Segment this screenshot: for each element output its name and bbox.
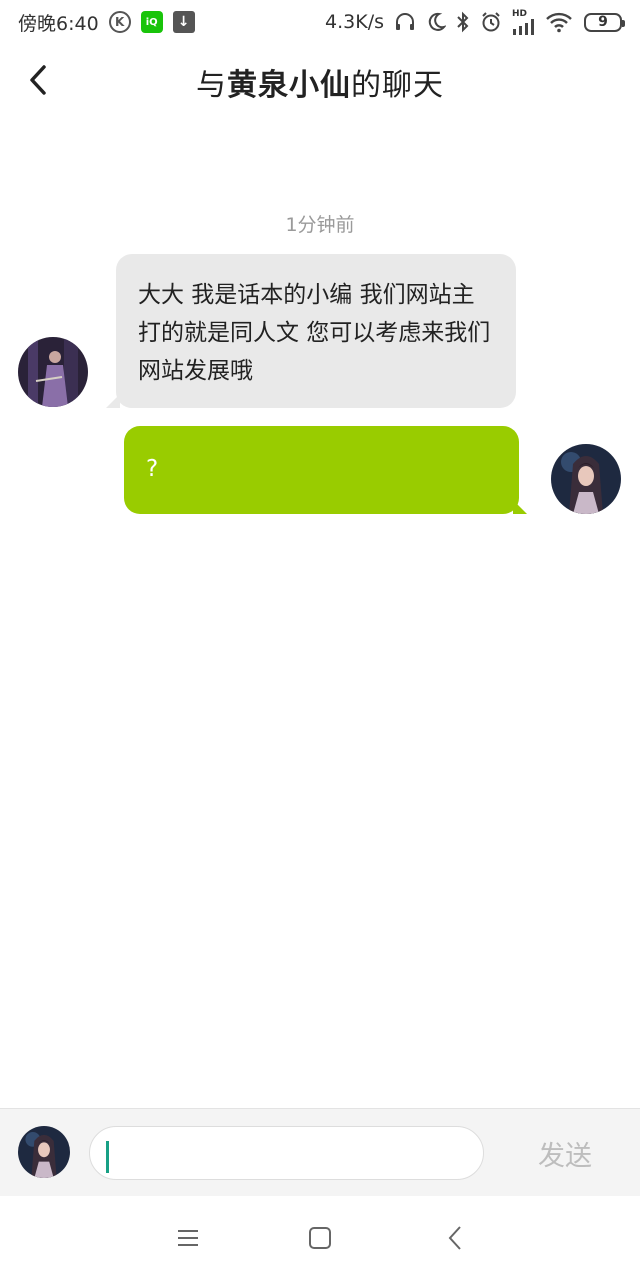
- nav-back-button[interactable]: [433, 1216, 477, 1260]
- input-bar: 发送: [0, 1108, 640, 1196]
- message-bubble-received[interactable]: 大大 我是话本的小编 我们网站主打的就是同人文 您可以考虑来我们网站发展哦: [106, 254, 516, 408]
- title-prefix: 与: [196, 68, 227, 103]
- contact-avatar[interactable]: [18, 337, 88, 407]
- status-right: 4.3K/s HD 9: [325, 8, 625, 35]
- chevron-left-icon: [448, 1226, 461, 1250]
- moon-icon: [428, 12, 446, 31]
- title-contact-name: 黄泉小仙: [227, 68, 351, 103]
- message-input[interactable]: [89, 1126, 484, 1180]
- home-square-icon: [309, 1227, 331, 1249]
- bluetooth-icon: [457, 11, 469, 33]
- text-caret: [106, 1141, 109, 1173]
- message-text: ?: [146, 456, 159, 482]
- battery-icon: 9: [584, 12, 625, 32]
- chat-header: 与黄泉小仙的聊天: [0, 44, 640, 120]
- alarm-icon: [482, 12, 500, 32]
- send-button[interactable]: 发送: [520, 1126, 610, 1180]
- download-icon: ↓: [172, 11, 195, 33]
- hd-label: HD: [512, 8, 528, 19]
- title-suffix: 的聊天: [351, 68, 444, 103]
- back-button[interactable]: [18, 60, 58, 100]
- nav-menu-button[interactable]: [166, 1216, 210, 1260]
- nav-home-button[interactable]: [298, 1216, 342, 1260]
- status-bar: 傍晚6:40 K iQ ↓ 4.3K/s HD 9: [0, 0, 640, 44]
- message-timestamp: 1分钟前: [285, 214, 355, 236]
- message-bubble-sent[interactable]: ?: [124, 426, 527, 514]
- page-title: 与黄泉小仙的聊天: [196, 60, 444, 104]
- chevron-left-icon: [30, 65, 46, 95]
- status-left: 傍晚6:40 K iQ ↓: [18, 9, 195, 36]
- message-text: 大大 我是话本的小编 我们网站主打的就是同人文 您可以考虑来我们网站发展哦: [138, 282, 491, 384]
- iqiyi-icon: iQ: [140, 11, 163, 33]
- network-speed: 4.3K/s: [325, 11, 384, 33]
- k-icon: K: [108, 11, 131, 33]
- status-time: 傍晚6:40: [18, 12, 99, 35]
- user-avatar[interactable]: [551, 444, 621, 514]
- wifi-icon: [546, 12, 572, 33]
- menu-icon: [178, 1230, 198, 1246]
- system-nav-bar: [0, 1196, 640, 1280]
- headphone-icon: [396, 13, 414, 30]
- signal-icon: HD: [512, 8, 536, 35]
- input-avatar[interactable]: [18, 1126, 70, 1178]
